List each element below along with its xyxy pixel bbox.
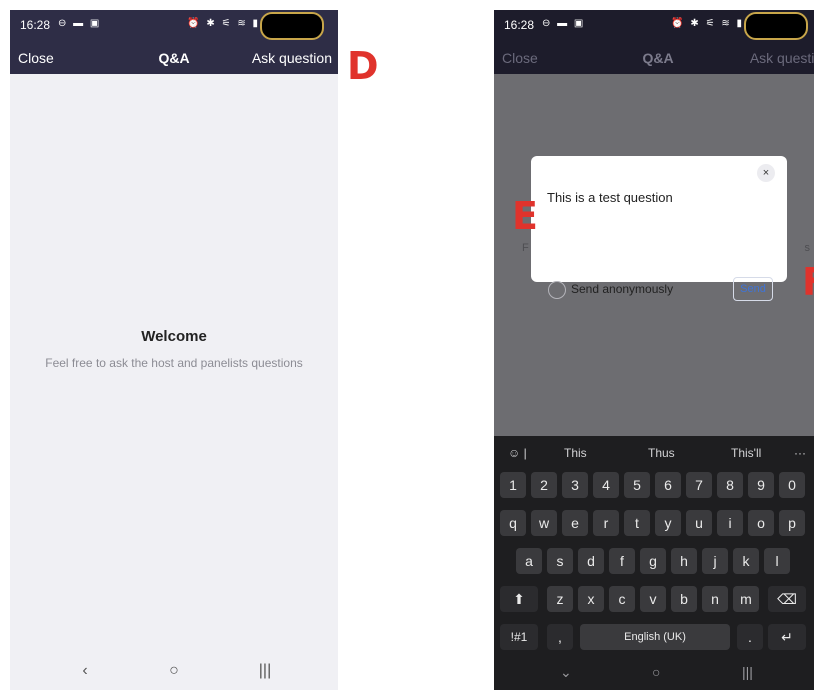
key[interactable]: x (578, 586, 604, 612)
comma-key[interactable]: , (547, 624, 573, 650)
hide-keyboard-icon[interactable]: ⌄ (560, 664, 572, 681)
key[interactable]: q (500, 510, 526, 536)
key[interactable]: e (562, 510, 588, 536)
status-right-icons: ⏰ ✱ ⚟ ≋ ▮ (671, 18, 744, 29)
shift-key[interactable]: ⬆ (500, 586, 538, 612)
backspace-key[interactable]: ⌫ (768, 586, 806, 612)
key[interactable]: w (531, 510, 557, 536)
welcome-title: Welcome (141, 328, 207, 345)
background-text-fragment: F (522, 242, 529, 254)
camera-cutout (744, 12, 808, 40)
key[interactable]: 8 (717, 472, 743, 498)
key[interactable]: 2 (531, 472, 557, 498)
key[interactable]: 0 (779, 472, 805, 498)
key[interactable]: c (609, 586, 635, 612)
qa-header: Close Q&A Ask question (10, 42, 338, 74)
key[interactable]: t (624, 510, 650, 536)
key[interactable]: y (655, 510, 681, 536)
close-icon[interactable]: × (757, 164, 775, 182)
more-suggestions-icon[interactable]: ··· (794, 446, 806, 460)
status-left-icons: ⊖ ▬ ▣ (542, 18, 586, 29)
phone-right-screen: 16:28 ⊖ ▬ ▣ ⏰ ✱ ⚟ ≋ ▮ Close Q&A Ask ques… (494, 10, 814, 690)
key[interactable]: j (702, 548, 728, 574)
annotation-e: E (512, 194, 538, 238)
ask-question-button[interactable]: Ask question (750, 50, 814, 66)
period-key[interactable]: . (737, 624, 763, 650)
key[interactable]: d (578, 548, 604, 574)
key[interactable]: u (686, 510, 712, 536)
suggestion-item[interactable]: This (564, 446, 587, 460)
suggestion-item[interactable]: Thus (648, 446, 675, 460)
status-bar: 16:28 ⊖ ▬ ▣ ⏰ ✱ ⚟ ≋ ▮ (494, 10, 814, 42)
home-icon[interactable]: ○ (652, 664, 660, 680)
home-icon[interactable]: ○ (159, 662, 189, 680)
status-time: 16:28 (504, 18, 535, 32)
enter-key[interactable]: ↵ (768, 624, 806, 650)
key[interactable]: v (640, 586, 666, 612)
status-left-icons: ⊖ ▬ ▣ (58, 18, 102, 29)
key[interactable]: b (671, 586, 697, 612)
system-nav-bar: ‹ ○ ||| (10, 656, 338, 690)
key[interactable]: g (640, 548, 666, 574)
key[interactable]: f (609, 548, 635, 574)
ask-question-dialog: × This is a test question Send anonymous… (531, 156, 787, 301)
key[interactable]: a (516, 548, 542, 574)
key[interactable]: 6 (655, 472, 681, 498)
key[interactable]: m (733, 586, 759, 612)
ask-question-button[interactable]: Ask question (252, 50, 332, 66)
keyboard-nav-bar: ⌄ ○ ||| (494, 662, 814, 690)
back-icon[interactable]: ‹ (70, 662, 100, 680)
key[interactable]: 1 (500, 472, 526, 498)
key[interactable]: h (671, 548, 697, 574)
anonymous-label: Send anonymously (571, 282, 674, 296)
key[interactable]: o (748, 510, 774, 536)
key[interactable]: n (702, 586, 728, 612)
status-time: 16:28 (20, 18, 51, 32)
annotation-f: F (802, 260, 814, 304)
key[interactable]: i (717, 510, 743, 536)
qa-header: Close Q&A Ask question (494, 42, 814, 74)
status-right-icons: ⏰ ✱ ⚟ ≋ ▮ (187, 18, 260, 29)
welcome-subtitle: Feel free to ask the host and panelists … (45, 356, 303, 370)
send-button[interactable]: Send (733, 277, 773, 301)
phone-left-screen: 16:28 ⊖ ▬ ▣ ⏰ ✱ ⚟ ≋ ▮ Close Q&A Ask ques… (10, 10, 338, 690)
key[interactable]: k (733, 548, 759, 574)
key[interactable]: r (593, 510, 619, 536)
key[interactable]: l (764, 548, 790, 574)
suggestion-bar: ☺ | This Thus This'll ··· (494, 436, 814, 468)
key[interactable]: 3 (562, 472, 588, 498)
annotation-d: D (347, 44, 379, 88)
suggestion-item[interactable]: This'll (731, 446, 761, 460)
keyboard: ☺ | This Thus This'll ··· 1 2 3 4 5 6 7 … (494, 436, 814, 690)
key[interactable]: s (547, 548, 573, 574)
anonymous-radio[interactable] (548, 281, 566, 299)
key[interactable]: 4 (593, 472, 619, 498)
space-key[interactable]: English (UK) (580, 624, 730, 650)
question-input[interactable]: This is a test question (547, 190, 673, 205)
symbols-key[interactable]: !#1 (500, 624, 538, 650)
qa-content: Welcome Feel free to ask the host and pa… (10, 74, 338, 656)
camera-cutout (260, 12, 324, 40)
key[interactable]: z (547, 586, 573, 612)
status-bar: 16:28 ⊖ ▬ ▣ ⏰ ✱ ⚟ ≋ ▮ (10, 10, 338, 42)
emoji-icon[interactable]: ☺ | (508, 446, 527, 460)
recents-icon[interactable]: ||| (742, 664, 753, 680)
key[interactable]: 7 (686, 472, 712, 498)
key[interactable]: 5 (624, 472, 650, 498)
recents-icon[interactable]: ||| (250, 662, 280, 680)
background-text-fragment: s (804, 242, 811, 254)
key[interactable]: p (779, 510, 805, 536)
key[interactable]: 9 (748, 472, 774, 498)
